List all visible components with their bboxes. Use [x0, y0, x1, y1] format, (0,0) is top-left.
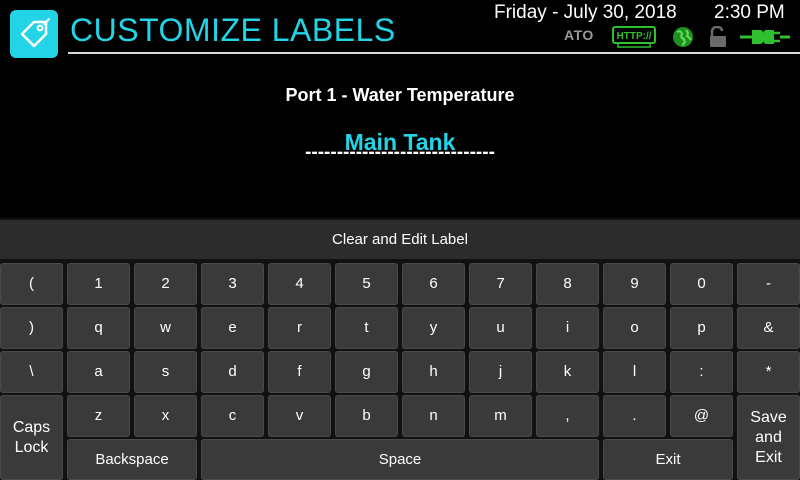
key[interactable]: 0: [670, 263, 733, 305]
time-display: 2:30 PM: [714, 2, 785, 23]
key[interactable]: a: [67, 351, 130, 393]
port-title: Port 1 - Water Temperature: [285, 85, 515, 105]
key[interactable]: y: [402, 307, 465, 349]
key[interactable]: 6: [402, 263, 465, 305]
key[interactable]: 7: [469, 263, 532, 305]
key[interactable]: k: [536, 351, 599, 393]
page-title: CUSTOMIZE LABELS: [70, 12, 396, 48]
key[interactable]: q: [67, 307, 130, 349]
key[interactable]: 9: [603, 263, 666, 305]
ato-indicator: ATO: [564, 27, 594, 43]
key[interactable]: -: [737, 263, 800, 305]
key[interactable]: h: [402, 351, 465, 393]
key[interactable]: b: [335, 395, 398, 437]
key[interactable]: m: [469, 395, 532, 437]
key[interactable]: l: [603, 351, 666, 393]
save-and-exit-button[interactable]: Save and Exit: [737, 395, 800, 480]
key[interactable]: d: [201, 351, 264, 393]
key[interactable]: p: [670, 307, 733, 349]
key[interactable]: f: [268, 351, 331, 393]
space-key[interactable]: Space: [201, 439, 599, 480]
key[interactable]: n: [402, 395, 465, 437]
key[interactable]: @: [670, 395, 733, 437]
plug-icon: [740, 26, 790, 53]
key[interactable]: \: [0, 351, 63, 393]
label-input[interactable]: Main Tank: [0, 129, 800, 156]
key[interactable]: :: [670, 351, 733, 393]
key[interactable]: v: [268, 395, 331, 437]
key[interactable]: z: [67, 395, 130, 437]
key[interactable]: s: [134, 351, 197, 393]
globe-icon: [672, 26, 694, 53]
key[interactable]: t: [335, 307, 398, 349]
key[interactable]: e: [201, 307, 264, 349]
tag-icon: [10, 10, 58, 58]
key[interactable]: g: [335, 351, 398, 393]
svg-text:HTTP://: HTTP://: [617, 31, 652, 42]
key[interactable]: 8: [536, 263, 599, 305]
key[interactable]: x: [134, 395, 197, 437]
key[interactable]: *: [737, 351, 800, 393]
key[interactable]: .: [603, 395, 666, 437]
caps-lock-key[interactable]: Caps Lock: [0, 395, 63, 480]
key[interactable]: 1: [67, 263, 130, 305]
key[interactable]: i: [536, 307, 599, 349]
key[interactable]: o: [603, 307, 666, 349]
key[interactable]: u: [469, 307, 532, 349]
key[interactable]: (: [0, 263, 63, 305]
key[interactable]: 4: [268, 263, 331, 305]
key[interactable]: c: [201, 395, 264, 437]
http-icon: HTTP://: [612, 26, 656, 53]
key[interactable]: ,: [536, 395, 599, 437]
key[interactable]: r: [268, 307, 331, 349]
unlocked-lock-icon: [708, 25, 728, 53]
key[interactable]: 5: [335, 263, 398, 305]
key[interactable]: ): [0, 307, 63, 349]
key[interactable]: &: [737, 307, 800, 349]
key[interactable]: j: [469, 351, 532, 393]
key[interactable]: 3: [201, 263, 264, 305]
key[interactable]: w: [134, 307, 197, 349]
clear-edit-label-button[interactable]: Clear and Edit Label: [0, 220, 800, 259]
key[interactable]: 2: [134, 263, 197, 305]
exit-button[interactable]: Exit: [603, 439, 733, 480]
date-display: Friday - July 30, 2018: [494, 2, 677, 23]
backspace-key[interactable]: Backspace: [67, 439, 197, 480]
